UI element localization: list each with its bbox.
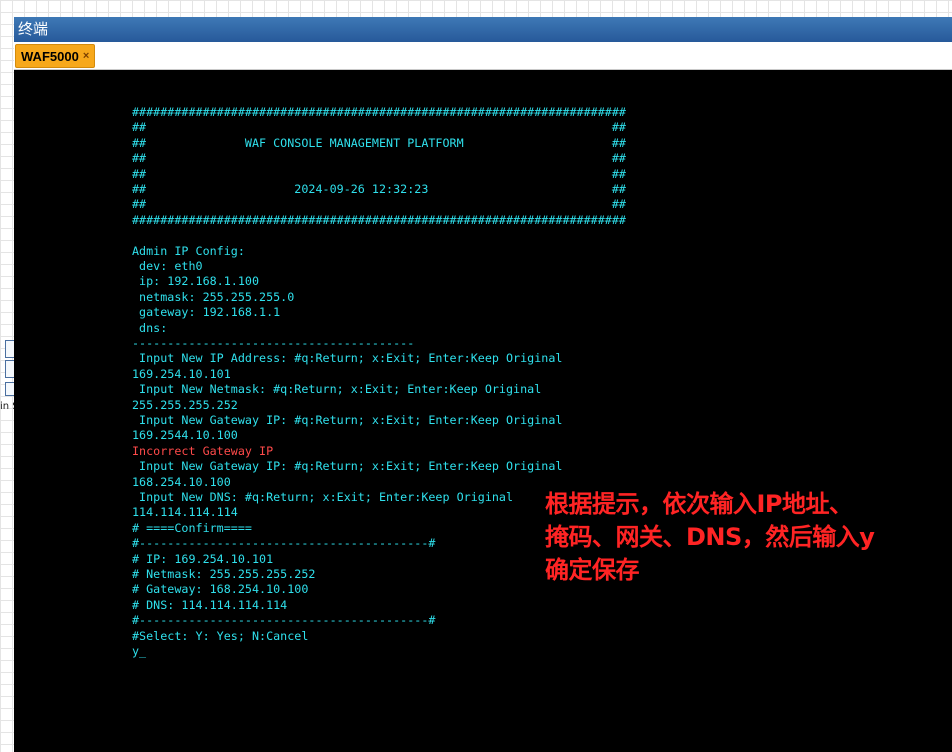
terminal-line: ## ## — [132, 120, 626, 135]
terminal-line: # IP: 169.254.10.101 — [132, 551, 274, 566]
terminal-error-line: Incorrect Gateway IP — [132, 443, 274, 458]
terminal-line: # Gateway: 168.254.10.100 — [132, 582, 309, 597]
terminal-line: y_ — [132, 644, 147, 658]
terminal-line: # ====Confirm==== — [132, 520, 252, 535]
terminal-line: ---------------------------------------- — [132, 336, 415, 350]
background-widget-stub: in S — [0, 340, 15, 420]
terminal-line: Input New DNS: #q:Return; x:Exit; Enter:… — [132, 490, 514, 504]
terminal-line: ########################################… — [132, 212, 626, 227]
terminal-line: netmask: 255.255.255.0 — [132, 289, 295, 304]
terminal-line: dev: eth0 — [132, 259, 203, 273]
terminal-line: Input New Netmask: #q:Return; x:Exit; En… — [132, 382, 542, 397]
terminal-line: ## ## — [132, 151, 626, 166]
stub-label: in S — [0, 401, 14, 412]
terminal-line: ## ## — [132, 197, 626, 212]
window-title: 终端 — [14, 17, 952, 42]
terminal-line: 169.2544.10.100 — [132, 428, 238, 443]
terminal-line: Input New IP Address: #q:Return; x:Exit;… — [132, 351, 563, 366]
terminal-line: ip: 192.168.1.100 — [132, 274, 260, 289]
close-icon[interactable]: × — [83, 50, 89, 62]
terminal-line: gateway: 192.168.1.1 — [132, 305, 281, 320]
instruction-annotation: 根据提示，依次输入IP地址、 掩码、网关、DNS，然后输入y 确定保存 — [545, 488, 945, 587]
terminal-line: ## 2024-09-26 12:32:23 ## — [132, 182, 626, 196]
terminal-line: # DNS: 114.114.114.114 — [132, 597, 288, 612]
terminal-line: 169.254.10.101 — [132, 366, 231, 381]
tab-waf5000[interactable]: WAF5000 × — [15, 44, 96, 68]
terminal-line: # Netmask: 255.255.255.252 — [132, 567, 316, 581]
tab-bar: WAF5000 × — [14, 42, 952, 70]
terminal-line: #---------------------------------------… — [132, 613, 436, 628]
terminal-line: dns: — [132, 320, 168, 335]
terminal-window: 终端 WAF5000 × ###########################… — [14, 17, 952, 752]
terminal-line: ## ## — [132, 166, 626, 181]
terminal-line: #Select: Y: Yes; N:Cancel — [132, 628, 309, 643]
tab-label: WAF5000 — [21, 48, 79, 64]
terminal-line: Admin IP Config: — [132, 243, 245, 258]
annotation-line: 掩码、网关、DNS，然后输入y — [545, 523, 875, 551]
annotation-line: 根据提示，依次输入IP地址、 — [545, 490, 853, 518]
terminal-line: 255.255.255.252 — [132, 397, 238, 412]
terminal-line: #---------------------------------------… — [132, 536, 436, 551]
terminal-line: Input New Gateway IP: #q:Return; x:Exit;… — [132, 459, 563, 474]
terminal-line: 168.254.10.100 — [132, 474, 231, 489]
terminal-line: ## WAF CONSOLE MANAGEMENT PLATFORM ## — [132, 135, 626, 150]
terminal-line: Input New Gateway IP: #q:Return; x:Exit;… — [132, 413, 563, 427]
annotation-line: 确定保存 — [545, 556, 640, 584]
terminal-line: 114.114.114.114 — [132, 505, 238, 520]
terminal-console[interactable]: ########################################… — [14, 70, 952, 752]
terminal-line: ########################################… — [132, 105, 626, 119]
